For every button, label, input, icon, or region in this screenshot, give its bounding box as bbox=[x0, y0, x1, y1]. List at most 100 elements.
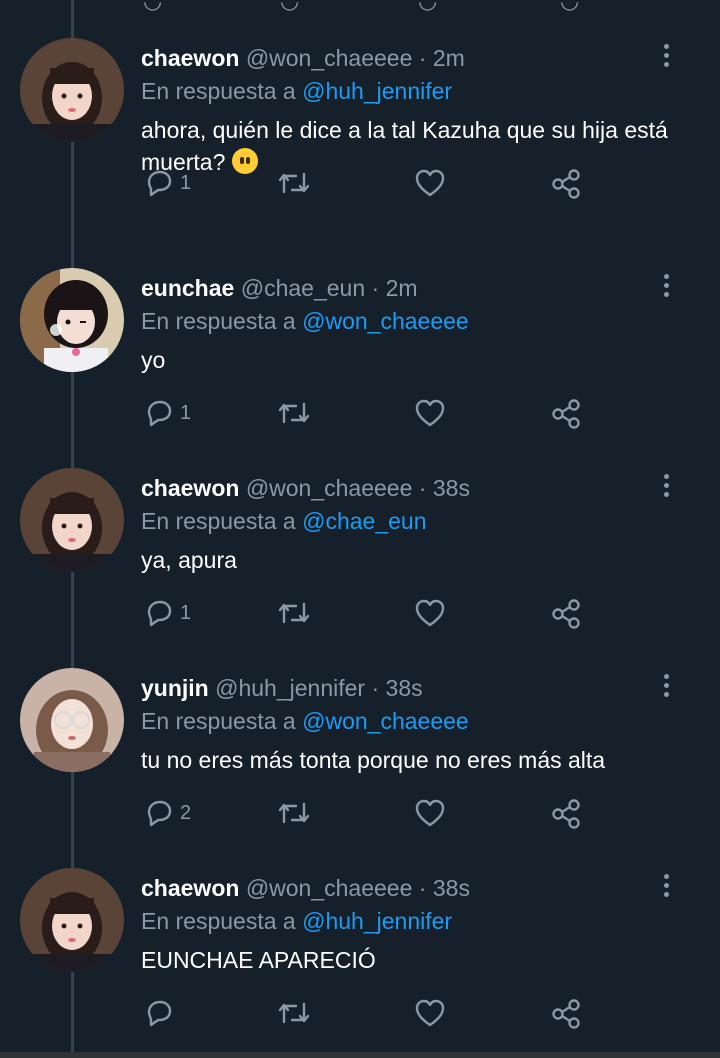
more-options-icon[interactable] bbox=[664, 474, 670, 502]
retweet-icon bbox=[278, 172, 310, 194]
retweet-button[interactable] bbox=[276, 998, 312, 1028]
like-button[interactable] bbox=[414, 398, 446, 428]
reply-count: 1 bbox=[180, 171, 192, 194]
timestamp[interactable]: 2m bbox=[386, 275, 418, 301]
user-handle[interactable]: @huh_jennifer bbox=[215, 675, 365, 701]
reply-mention-link[interactable]: @huh_jennifer bbox=[302, 78, 452, 104]
reply-context: En respuesta a @won_chaeeee bbox=[141, 708, 469, 735]
like-button[interactable] bbox=[414, 168, 446, 198]
tweet-header: yunjin @huh_jennifer · 38s bbox=[141, 675, 423, 702]
tweet-text-content: tu no eres más tonta porque no eres más … bbox=[141, 747, 606, 773]
tweet-text: ya, apura bbox=[141, 544, 701, 576]
like-icon bbox=[415, 599, 445, 627]
separator-dot: · bbox=[371, 675, 380, 701]
retweet-icon bbox=[278, 802, 310, 824]
retweet-button[interactable] bbox=[276, 798, 312, 828]
user-handle[interactable]: @won_chaeeee bbox=[246, 45, 413, 71]
share-icon bbox=[552, 599, 580, 629]
like-button[interactable] bbox=[414, 598, 446, 628]
share-button[interactable] bbox=[550, 998, 582, 1030]
share-button[interactable] bbox=[550, 398, 582, 430]
tweet-item[interactable]: chaewon @won_chaeeee · 38s En respuesta … bbox=[0, 830, 720, 1030]
avatar[interactable] bbox=[20, 268, 124, 372]
user-handle[interactable]: @chae_eun bbox=[241, 275, 365, 301]
tweet-header: eunchae @chae_eun · 2m bbox=[141, 275, 418, 302]
share-button[interactable] bbox=[550, 168, 582, 200]
separator-dot: · bbox=[418, 475, 427, 501]
reply-button[interactable]: 2 bbox=[144, 798, 191, 828]
reply-icon bbox=[147, 400, 172, 427]
like-icon bbox=[415, 999, 445, 1027]
reply-mention-link[interactable]: @won_chaeeee bbox=[302, 308, 469, 334]
retweet-button[interactable] bbox=[276, 398, 312, 428]
share-icon bbox=[552, 799, 580, 829]
share-icon bbox=[552, 169, 580, 199]
avatar[interactable] bbox=[20, 868, 124, 972]
tweet-text-content: EUNCHAE APARECIÓ bbox=[141, 947, 376, 973]
display-name[interactable]: chaewon bbox=[141, 475, 239, 501]
reply-button[interactable]: 1 bbox=[144, 398, 191, 428]
tweet-item[interactable]: yunjin @huh_jennifer · 38s En respuesta … bbox=[0, 630, 720, 830]
display-name[interactable]: chaewon bbox=[141, 45, 239, 71]
more-options-icon[interactable] bbox=[664, 674, 670, 702]
like-icon bbox=[415, 399, 445, 427]
like-button[interactable] bbox=[414, 998, 446, 1028]
reply-prefix: En respuesta a bbox=[141, 708, 296, 734]
retweet-button[interactable] bbox=[276, 598, 312, 628]
tweet-text-content: ya, apura bbox=[141, 547, 237, 573]
like-button[interactable] bbox=[414, 798, 446, 828]
reply-count: 1 bbox=[180, 601, 192, 624]
avatar[interactable] bbox=[20, 668, 124, 772]
tweet-header: chaewon @won_chaeeee · 2m bbox=[141, 45, 465, 72]
share-button[interactable] bbox=[550, 798, 582, 830]
timestamp[interactable]: 38s bbox=[386, 675, 423, 701]
avatar[interactable] bbox=[20, 468, 124, 572]
reply-mention-link[interactable]: @huh_jennifer bbox=[302, 908, 452, 934]
tweet-item[interactable]: eunchae @chae_eun · 2m En respuesta a @w… bbox=[0, 230, 720, 430]
more-options-icon[interactable] bbox=[664, 874, 670, 902]
tweet-item[interactable]: chaewon @won_chaeeee · 2m En respuesta a… bbox=[0, 0, 720, 200]
more-options-icon[interactable] bbox=[664, 44, 670, 72]
retweet-button[interactable] bbox=[276, 168, 312, 198]
tweet-actions bbox=[0, 996, 720, 1036]
separator-dot: · bbox=[418, 875, 427, 901]
tweet-item[interactable]: chaewon @won_chaeeee · 38s En respuesta … bbox=[0, 430, 720, 630]
tweet-text: EUNCHAE APARECIÓ bbox=[141, 944, 701, 976]
retweet-icon bbox=[278, 402, 310, 424]
avatar[interactable] bbox=[20, 38, 124, 142]
like-icon bbox=[415, 799, 445, 827]
reply-button[interactable] bbox=[144, 998, 180, 1028]
reply-icon bbox=[147, 1000, 172, 1027]
reply-context: En respuesta a @huh_jennifer bbox=[141, 78, 452, 105]
reply-icon bbox=[147, 170, 172, 197]
reply-button[interactable]: 1 bbox=[144, 598, 191, 628]
tweet-header: chaewon @won_chaeeee · 38s bbox=[141, 475, 470, 502]
timestamp[interactable]: 2m bbox=[433, 45, 465, 71]
reply-prefix: En respuesta a bbox=[141, 508, 296, 534]
user-handle[interactable]: @won_chaeeee bbox=[246, 475, 413, 501]
display-name[interactable]: chaewon bbox=[141, 875, 239, 901]
display-name[interactable]: eunchae bbox=[141, 275, 234, 301]
timestamp[interactable]: 38s bbox=[433, 475, 470, 501]
reply-count: 1 bbox=[180, 401, 192, 424]
reply-prefix: En respuesta a bbox=[141, 78, 296, 104]
reply-mention-link[interactable]: @chae_eun bbox=[302, 508, 426, 534]
timestamp[interactable]: 38s bbox=[433, 875, 470, 901]
separator-dot: · bbox=[371, 275, 380, 301]
more-options-icon[interactable] bbox=[664, 274, 670, 302]
reply-mention-link[interactable]: @won_chaeeee bbox=[302, 708, 469, 734]
user-handle[interactable]: @won_chaeeee bbox=[246, 875, 413, 901]
share-icon bbox=[552, 399, 580, 429]
bottom-divider bbox=[0, 1052, 720, 1058]
separator-dot: · bbox=[418, 45, 427, 71]
retweet-icon bbox=[278, 602, 310, 624]
reply-context: En respuesta a @huh_jennifer bbox=[141, 908, 452, 935]
share-button[interactable] bbox=[550, 598, 582, 630]
reply-context: En respuesta a @chae_eun bbox=[141, 508, 427, 535]
display-name[interactable]: yunjin bbox=[141, 675, 209, 701]
reply-prefix: En respuesta a bbox=[141, 908, 296, 934]
retweet-icon bbox=[278, 1002, 310, 1024]
reply-icon bbox=[147, 600, 172, 627]
share-icon bbox=[552, 999, 580, 1029]
reply-button[interactable]: 1 bbox=[144, 168, 191, 198]
